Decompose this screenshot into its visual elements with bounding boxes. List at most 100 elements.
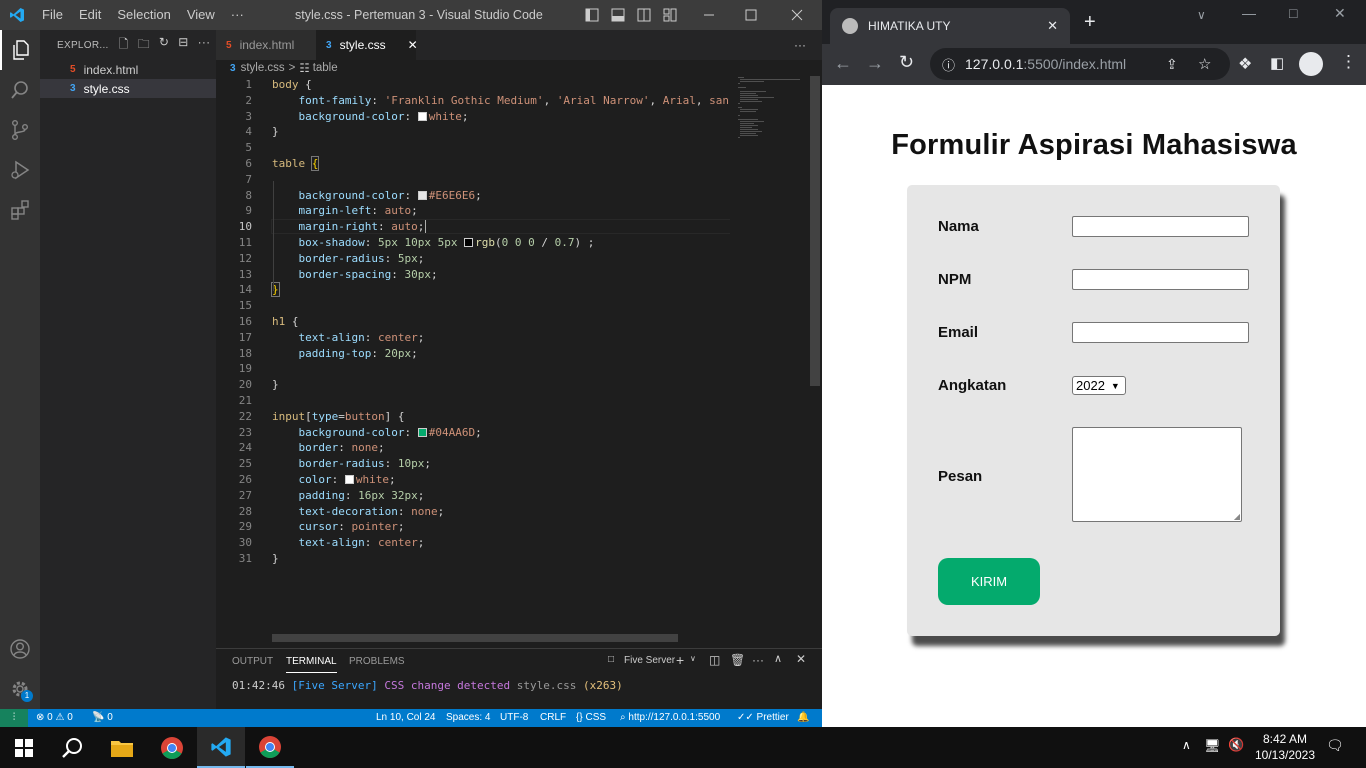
tab-terminal[interactable]: TERMINAL (286, 655, 337, 673)
tab-search-chevron-icon[interactable]: ∨ (1197, 8, 1206, 22)
menu-more[interactable]: ··· (223, 0, 252, 30)
close-panel-icon[interactable]: ✕ (796, 652, 806, 666)
status-ports-count: 0 (107, 712, 113, 723)
angkatan-select[interactable]: 2022 ▼ (1072, 376, 1126, 395)
new-folder-icon[interactable]: 🗀 (138, 35, 150, 56)
trash-icon[interactable]: 🗑 (730, 653, 745, 667)
new-terminal-icon[interactable]: + (676, 652, 684, 668)
tab-style-css[interactable]: 3 style.css ✕ (316, 30, 418, 60)
taskbar-clock[interactable]: 8:42 AM 10/13/2023 (1250, 731, 1320, 763)
file-index-html[interactable]: 5 index.html (40, 60, 216, 79)
share-icon[interactable]: ⇪ (1166, 56, 1178, 73)
kirim-button[interactable]: KIRIM (938, 558, 1040, 605)
explorer-icon[interactable] (0, 30, 40, 70)
status-encoding[interactable]: UTF-8 (500, 709, 528, 727)
toggle-secondary-sidebar-icon[interactable] (631, 0, 657, 30)
tab-close-icon[interactable]: ✕ (1047, 18, 1058, 34)
refresh-icon[interactable]: ↻ (159, 35, 169, 56)
extensions-icon[interactable] (0, 190, 40, 230)
chrome-maximize-icon[interactable]: □ (1289, 5, 1297, 21)
split-terminal-icon[interactable]: ◫ (709, 653, 720, 667)
chrome-taskbar-icon-2[interactable] (246, 727, 294, 768)
new-tab-icon[interactable]: + (1084, 12, 1096, 32)
tray-chevron-icon[interactable]: ∧ (1182, 738, 1191, 752)
scrollbar-thumb[interactable] (810, 76, 820, 386)
status-position[interactable]: Ln 10, Col 24 (376, 709, 436, 727)
close-icon[interactable] (780, 0, 814, 30)
menu-view[interactable]: View (179, 0, 223, 30)
chrome-tab[interactable]: HIMATIKA UTY ✕ (830, 8, 1070, 44)
terminal-name[interactable]: Five Server (624, 655, 675, 666)
maximize-panel-icon[interactable]: ∧ (774, 652, 782, 665)
status-language[interactable]: {} CSS (576, 709, 606, 727)
menu-selection[interactable]: Selection (109, 0, 178, 30)
status-eol[interactable]: CRLF (540, 709, 566, 727)
code-line: background-color: #04AA6D; (298, 425, 482, 439)
reload-icon[interactable]: ↻ (899, 52, 914, 73)
breadcrumb-symbol[interactable]: table (313, 62, 338, 74)
breadcrumb-file[interactable]: style.css (241, 62, 285, 74)
status-formatter[interactable]: ✓✓ Prettier (737, 709, 789, 727)
file-explorer-icon[interactable] (98, 727, 146, 768)
tab-problems[interactable]: PROBLEMS (349, 655, 405, 669)
resize-handle-icon[interactable]: ◢ (1234, 512, 1240, 521)
taskbar-search-icon[interactable] (48, 727, 96, 768)
volume-muted-icon[interactable]: 🔇 (1228, 737, 1244, 753)
windows-start-icon[interactable] (0, 727, 48, 768)
horizontal-scrollbar-thumb[interactable] (272, 634, 678, 642)
minimize-icon[interactable] (692, 0, 726, 30)
code-editor[interactable]: 1 body {2 font-family: 'Franklin Gothic M… (216, 76, 730, 642)
vscode-taskbar-icon[interactable] (197, 727, 245, 768)
settings-gear-icon[interactable]: 1 (0, 669, 40, 709)
site-info-icon[interactable]: ⓘ (942, 55, 955, 74)
more-icon[interactable]: ··· (752, 653, 764, 667)
run-debug-icon[interactable] (0, 150, 40, 190)
chrome-taskbar-icon[interactable] (148, 727, 196, 768)
minimap[interactable] (730, 76, 808, 642)
tab-index-html[interactable]: 5 index.html (216, 30, 316, 60)
page-title: Formulir Aspirasi Mahasiswa (891, 129, 1297, 161)
remote-icon[interactable]: ⫶ (0, 709, 28, 727)
editor-more-actions[interactable]: ··· (794, 38, 806, 52)
toggle-sidebar-icon[interactable] (579, 0, 605, 30)
accounts-icon[interactable] (0, 629, 40, 669)
source-control-icon[interactable] (0, 110, 40, 150)
customize-layout-icon[interactable] (657, 0, 683, 30)
notifications-bell-icon[interactable]: 🔔 (797, 709, 809, 727)
tab-output[interactable]: OUTPUT (232, 655, 273, 669)
new-file-icon[interactable]: 🗋 (119, 35, 129, 56)
toggle-panel-icon[interactable] (605, 0, 631, 30)
terminal-icon: □ (608, 654, 615, 665)
side-panel-icon[interactable]: ◧ (1270, 54, 1284, 72)
status-ports[interactable]: 📡 0 (92, 709, 113, 727)
address-bar[interactable]: ⓘ 127.0.0.1:5500/index.html ⇪ ☆ (930, 48, 1230, 80)
nama-input[interactable] (1072, 216, 1249, 237)
web-page: Formulir Aspirasi Mahasiswa Nama NPM Ema… (822, 85, 1366, 727)
collapse-all-icon[interactable]: ⊟ (178, 35, 188, 56)
pesan-textarea[interactable]: ◢ (1072, 427, 1242, 522)
email-input[interactable] (1072, 322, 1249, 343)
npm-input[interactable] (1072, 269, 1249, 290)
menu-file[interactable]: File (34, 0, 71, 30)
file-style-css[interactable]: 3 style.css (40, 79, 216, 98)
chrome-minimize-icon[interactable]: — (1242, 5, 1256, 21)
status-spaces[interactable]: Spaces: 4 (446, 709, 490, 727)
tab-close-icon[interactable]: ✕ (408, 38, 418, 52)
search-icon[interactable] (0, 70, 40, 110)
extensions-puzzle-icon[interactable]: ❖ (1238, 54, 1252, 74)
profile-avatar-icon[interactable] (1299, 52, 1323, 76)
more-actions-icon[interactable]: ··· (198, 35, 211, 56)
menu-edit[interactable]: Edit (71, 0, 109, 30)
status-problems[interactable]: ⊗ 0 ⚠ 0 (36, 709, 73, 727)
chrome-close-icon[interactable]: ✕ (1334, 5, 1346, 22)
status-server[interactable]: ⌕ http://127.0.0.1:5500 (620, 709, 720, 727)
network-icon[interactable]: 🖥 (1204, 738, 1221, 754)
bookmark-star-icon[interactable]: ☆ (1198, 55, 1211, 73)
back-icon[interactable]: ← (834, 53, 852, 74)
forward-icon[interactable]: → (866, 53, 884, 74)
editor-scrollbar[interactable] (808, 76, 822, 642)
notification-center-icon[interactable]: 🗨 (1326, 737, 1344, 754)
chevron-down-icon[interactable]: ∨ (690, 654, 696, 663)
maximize-icon[interactable] (734, 0, 768, 30)
chrome-menu-icon[interactable]: ⋮ (1340, 52, 1357, 72)
